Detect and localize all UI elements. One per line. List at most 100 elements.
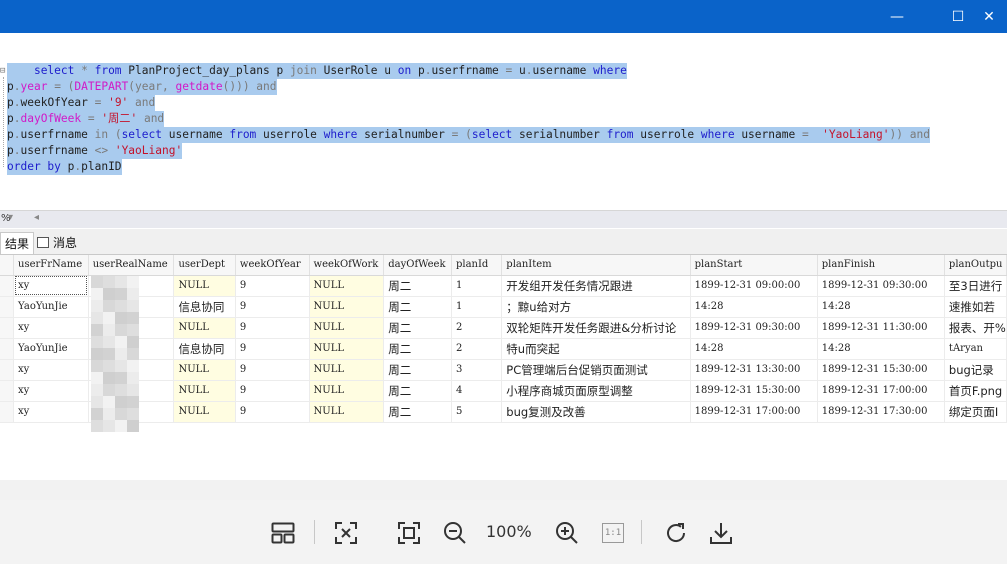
zoom-out-icon[interactable] bbox=[442, 519, 468, 547]
table-cell[interactable]: 双轮矩阵开发任务跟进&分析讨论 bbox=[501, 317, 691, 339]
table-cell[interactable]: NULL bbox=[173, 359, 236, 381]
table-cell[interactable]: 9 bbox=[235, 359, 310, 381]
table-cell[interactable]: NULL bbox=[173, 401, 236, 423]
column-header[interactable]: weekOfWork bbox=[309, 255, 385, 276]
table-cell[interactable]: 9 bbox=[235, 317, 310, 339]
grid-corner[interactable] bbox=[0, 255, 15, 276]
table-cell[interactable]: 14:28 bbox=[817, 338, 945, 360]
table-cell[interactable]: bug复测及改善 bbox=[501, 401, 691, 423]
layout-icon[interactable] bbox=[270, 519, 296, 547]
table-row[interactable]: YaoYunJie 信息协同 9 NULL 周二 2 特u而突起 14:28 14:28 tAry… bbox=[0, 338, 1007, 360]
table-cell[interactable]: YaoYunJie bbox=[13, 338, 89, 360]
table-cell[interactable]: 9 bbox=[235, 275, 310, 297]
sql-line[interactable]: p.userfrname <> 'YaoLiang' bbox=[7, 143, 183, 159]
table-cell[interactable]: NULL bbox=[173, 317, 236, 339]
table-cell[interactable]: 14:28 bbox=[690, 338, 818, 360]
table-cell[interactable]: xy bbox=[13, 359, 89, 381]
table-cell[interactable]: 4 bbox=[451, 380, 503, 402]
column-header[interactable]: weekOfYear bbox=[235, 255, 310, 276]
table-cell[interactable]: 1899-12-31 15:30:00 bbox=[690, 380, 818, 402]
table-cell[interactable]: 周二 bbox=[383, 317, 452, 339]
column-header[interactable]: userFrName bbox=[13, 255, 89, 276]
table-cell[interactable]: 信息协同 bbox=[173, 296, 236, 318]
zoom-level[interactable]: 100% bbox=[486, 522, 532, 541]
row-header[interactable] bbox=[0, 401, 15, 423]
table-cell[interactable]: 1899-12-31 17:30:00 bbox=[817, 401, 945, 423]
table-cell[interactable]: tAryan bbox=[944, 338, 1007, 360]
table-cell[interactable]: xy bbox=[13, 380, 89, 402]
dropdown-icon[interactable]: ▾ bbox=[8, 212, 13, 223]
table-cell[interactable]: xy bbox=[13, 317, 89, 339]
table-cell[interactable]: 1 bbox=[451, 275, 503, 297]
row-header[interactable] bbox=[0, 380, 15, 402]
table-cell[interactable]: 特u而突起 bbox=[501, 338, 691, 360]
table-cell[interactable]: 1899-12-31 09:30:00 bbox=[690, 317, 818, 339]
tab-messages[interactable]: 消息 bbox=[33, 232, 81, 254]
table-cell[interactable]: NULL bbox=[309, 359, 385, 381]
table-row[interactable]: xy NULL 9 NULL 周二 1 开发组开发任务情况跟进 1899-12-31 09:0… bbox=[0, 275, 1007, 297]
table-cell[interactable]: 周二 bbox=[383, 338, 452, 360]
table-cell[interactable]: 周二 bbox=[383, 380, 452, 402]
scroll-left-icon[interactable]: ◂ bbox=[34, 212, 39, 223]
table-cell[interactable]: 3 bbox=[451, 359, 503, 381]
table-cell[interactable]: 1899-12-31 13:30:00 bbox=[690, 359, 818, 381]
table-cell[interactable]: bug记录 bbox=[944, 359, 1007, 381]
sql-editor[interactable]: ⊟ select * from PlanProject_day_plans p … bbox=[0, 33, 1007, 210]
table-cell[interactable]: 至3日进行 bbox=[944, 275, 1007, 297]
column-header[interactable]: planStart bbox=[690, 255, 818, 276]
table-row[interactable]: xy NULL 9 NULL 周二 4 小程序商城页面原型调整 1899-12-31 15:3… bbox=[0, 380, 1007, 402]
table-cell[interactable]: 绑定页面I bbox=[944, 401, 1007, 423]
table-cell[interactable]: 1899-12-31 09:30:00 bbox=[817, 275, 945, 297]
column-header[interactable]: planOutpu bbox=[944, 255, 1007, 276]
table-cell[interactable]: 周二 bbox=[383, 359, 452, 381]
table-cell[interactable] bbox=[88, 359, 175, 381]
column-header[interactable]: planItem bbox=[501, 255, 691, 276]
table-cell[interactable]: 14:28 bbox=[690, 296, 818, 318]
table-cell[interactable]: NULL bbox=[309, 380, 385, 402]
table-cell[interactable]: 开发组开发任务情况跟进 bbox=[501, 275, 691, 297]
table-cell[interactable]: 5 bbox=[451, 401, 503, 423]
table-cell[interactable]: 信息协同 bbox=[173, 338, 236, 360]
table-cell[interactable]: NULL bbox=[309, 401, 385, 423]
table-cell[interactable]: NULL bbox=[173, 380, 236, 402]
column-header[interactable]: userDept bbox=[173, 255, 236, 276]
row-header[interactable] bbox=[0, 359, 15, 381]
editor-scrollbar[interactable]: % ▾ ◂ bbox=[0, 210, 1007, 228]
table-cell[interactable]: NULL bbox=[309, 338, 385, 360]
row-header[interactable] bbox=[0, 317, 15, 339]
minimize-button[interactable]: — bbox=[882, 0, 912, 33]
collapse-icon[interactable]: ⊟ bbox=[0, 67, 7, 76]
table-row[interactable]: xy NULL 9 NULL 周二 3 PC管理端后台促销页面测试 1899-12-31 13… bbox=[0, 359, 1007, 381]
table-cell[interactable]: ；黥u给对方 bbox=[501, 296, 691, 318]
table-cell[interactable] bbox=[88, 296, 175, 318]
table-cell[interactable]: 1 bbox=[451, 296, 503, 318]
table-cell[interactable] bbox=[88, 317, 175, 339]
table-row[interactable]: xy NULL 9 NULL 周二 2 双轮矩阵开发任务跟进&分析讨论 1899-12-31 … bbox=[0, 317, 1007, 339]
table-cell[interactable]: 1899-12-31 17:00:00 bbox=[690, 401, 818, 423]
close-button[interactable]: ✕ bbox=[974, 0, 1004, 33]
sql-line[interactable]: order by p.planID bbox=[7, 159, 122, 175]
table-cell[interactable]: 周二 bbox=[383, 275, 452, 297]
table-cell[interactable]: 9 bbox=[235, 296, 310, 318]
table-cell[interactable] bbox=[88, 275, 175, 297]
table-cell[interactable]: xy bbox=[13, 275, 89, 297]
sql-line[interactable]: select * from PlanProject_day_plans p jo… bbox=[7, 63, 627, 79]
column-header[interactable]: planFinish bbox=[817, 255, 945, 276]
actual-size-icon[interactable]: 1:1 bbox=[600, 519, 626, 547]
sql-line[interactable]: p.year = (DATEPART(year, getdate())) and bbox=[7, 79, 277, 95]
table-cell[interactable]: 1899-12-31 11:30:00 bbox=[817, 317, 945, 339]
table-cell[interactable] bbox=[88, 380, 175, 402]
download-icon[interactable] bbox=[708, 519, 734, 547]
table-cell[interactable]: NULL bbox=[309, 317, 385, 339]
rotate-icon[interactable] bbox=[663, 519, 689, 547]
row-header[interactable] bbox=[0, 338, 15, 360]
table-cell[interactable]: 首页F.png bbox=[944, 380, 1007, 402]
table-row[interactable]: xy NULL 9 NULL 周二 5 bug复测及改善 1899-12-31 17:00:0… bbox=[0, 401, 1007, 423]
row-header[interactable] bbox=[0, 296, 15, 318]
table-cell[interactable] bbox=[88, 338, 175, 360]
table-cell[interactable]: 2 bbox=[451, 338, 503, 360]
table-cell[interactable]: NULL bbox=[309, 296, 385, 318]
table-cell[interactable]: 14:28 bbox=[817, 296, 945, 318]
zoom-in-icon[interactable] bbox=[554, 519, 580, 547]
table-row[interactable]: YaoYunJie 信息协同 9 NULL 周二 1 ；黥u给对方 14:28 14:28 速推如… bbox=[0, 296, 1007, 318]
